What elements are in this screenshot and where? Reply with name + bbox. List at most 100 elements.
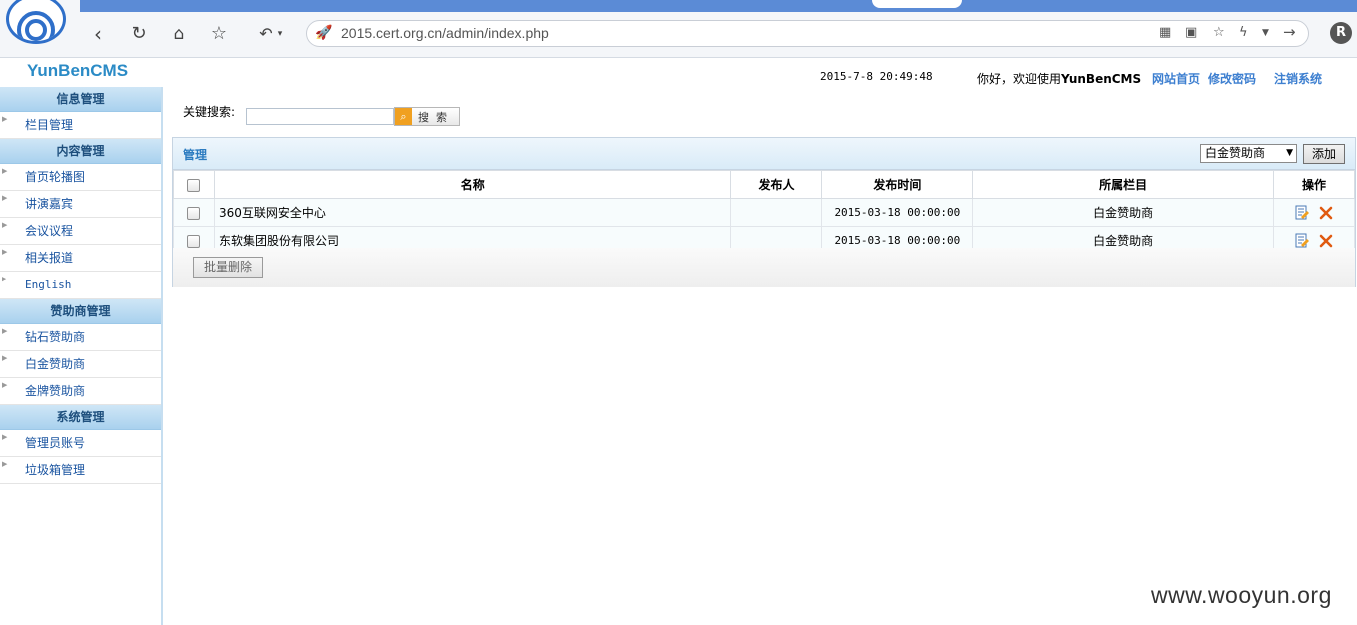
row-checkbox[interactable] <box>187 234 201 248</box>
tab-strip[interactable] <box>80 0 1357 12</box>
site-home-link[interactable]: 网站首页 <box>1152 70 1200 87</box>
site-rocket-icon: 🚀 <box>315 25 333 41</box>
sidebar-item-admin-accounts[interactable]: ▶ 管理员账号 <box>0 430 161 457</box>
category-select[interactable]: 白金赞助商 ▼ <box>1200 144 1297 163</box>
sidebar-item-label: 会议议程 <box>25 224 74 238</box>
add-button[interactable]: 添加 <box>1303 144 1345 164</box>
triangle-icon: ▶ <box>2 460 8 468</box>
sidebar-item-label: English <box>25 278 72 291</box>
logout-link[interactable]: 注销系统 <box>1274 70 1322 87</box>
watermark: www.wooyun.org <box>1151 582 1332 608</box>
panel-footer: 批量删除 <box>173 248 1355 287</box>
browser-toolbar: ‹ ↻ ⌂ ☆ ↶ ▾ 🚀 2015.cert.org.cn/admin/ind… <box>0 0 1357 58</box>
triangle-icon: ▶ <box>2 194 8 202</box>
triangle-icon: ▶ <box>2 354 8 362</box>
search-button[interactable]: ⌕ 搜索 <box>394 107 460 126</box>
sidebar-item-label: 讲演嘉宾 <box>25 197 74 211</box>
change-password-link[interactable]: 修改密码 <box>1208 70 1256 87</box>
sidebar-item-carousel[interactable]: ▶ 首页轮播图 <box>0 164 161 191</box>
qrcode-icon[interactable]: ▦ <box>1159 25 1171 40</box>
chevron-down-icon: ▼ <box>1286 148 1293 158</box>
sidebar-item-agenda[interactable]: ▶ 会议议程 <box>0 218 161 245</box>
search-input[interactable] <box>246 108 394 125</box>
home-icon[interactable]: ⌂ <box>167 22 191 46</box>
welcome-message: 你好，欢迎使用YunBenCMS <box>977 70 1141 87</box>
sidebar-item-trash[interactable]: ▶ 垃圾箱管理 <box>0 457 161 484</box>
edit-icon[interactable] <box>1294 233 1310 249</box>
extension-icon[interactable]: R <box>1330 22 1352 44</box>
cms-brand: YunBenCMS <box>27 61 129 80</box>
triangle-icon: ▶ <box>2 115 8 123</box>
column-header-actions: 操作 <box>1273 170 1355 199</box>
sidebar-item-diamond-sponsors[interactable]: ▶ 钻石赞助商 <box>0 324 161 351</box>
column-header-publisher: 发布人 <box>730 170 823 199</box>
triangle-icon: ▶ <box>2 327 8 335</box>
row-actions <box>1273 198 1355 227</box>
triangle-icon: ▶ <box>2 433 8 441</box>
sidebar-item-label: 金牌赞助商 <box>25 384 86 398</box>
sidebar-group-system[interactable]: 系统管理 <box>0 405 161 430</box>
sidebar-group-info[interactable]: 信息管理 <box>0 87 161 112</box>
sidebar-item-label: 管理员账号 <box>25 436 86 450</box>
panel-header: 管理 白金赞助商 ▼ 添加 <box>173 138 1355 170</box>
batch-delete-button[interactable]: 批量删除 <box>193 257 263 278</box>
sidebar-item-column-manage[interactable]: ▶ 栏目管理 <box>0 112 161 139</box>
sidebar-item-label: 相关报道 <box>25 251 74 265</box>
search-icon: ⌕ <box>395 108 412 125</box>
table-row: 360互联网安全中心 2015-03-18 00:00:00 白金赞助商 <box>173 198 1355 227</box>
select-all-checkbox[interactable] <box>187 178 201 192</box>
browser-logo <box>6 0 66 44</box>
welcome-prefix: 你好，欢迎使用 <box>977 72 1062 86</box>
lightning-icon[interactable]: ϟ <box>1239 25 1248 40</box>
triangle-icon: ▶ <box>2 248 8 256</box>
sidebar-item-label: 钻石赞助商 <box>25 330 86 344</box>
sidebar-item-label: 栏目管理 <box>25 118 74 132</box>
column-header-name: 名称 <box>213 170 732 199</box>
delete-icon[interactable] <box>1318 205 1334 221</box>
content-table: 名称 发布人 发布时间 所属栏目 操作 360互联网安全中心 2015-03-1… <box>173 170 1355 255</box>
chevron-down-icon[interactable]: ▼ <box>1262 28 1269 38</box>
sidebar-item-platinum-sponsors[interactable]: ▶ 白金赞助商 <box>0 351 161 378</box>
favorite-star-icon[interactable]: ☆ <box>207 22 231 46</box>
welcome-brand: YunBenCMS <box>1061 72 1142 86</box>
manage-panel: 管理 白金赞助商 ▼ 添加 名称 发布人 发布时间 所属栏目 操作 360互联网… <box>172 137 1356 287</box>
sidebar-item-label: 首页轮播图 <box>25 170 86 184</box>
address-url[interactable]: 2015.cert.org.cn/admin/index.php <box>341 25 549 41</box>
triangle-icon: ▶ <box>2 167 8 175</box>
current-datetime: 2015-7-8 20:49:48 <box>820 70 933 83</box>
undo-dropdown-icon[interactable]: ▾ <box>274 22 286 46</box>
sidebar-item-gold-sponsors[interactable]: ▶ 金牌赞助商 <box>0 378 161 405</box>
sidebar-group-content[interactable]: 内容管理 <box>0 139 161 164</box>
edit-icon[interactable] <box>1294 205 1310 221</box>
go-arrow-icon[interactable]: → <box>1283 23 1296 41</box>
sidebar-item-english[interactable]: ▶ English <box>0 272 161 299</box>
row-name: 360互联网安全中心 <box>213 198 732 227</box>
back-icon[interactable]: ‹ <box>86 22 110 46</box>
search-button-label: 搜索 <box>418 111 454 124</box>
sidebar-item-label: 垃圾箱管理 <box>25 463 86 477</box>
sidebar-group-sponsors[interactable]: 赞助商管理 <box>0 299 161 324</box>
refresh-icon[interactable]: ↻ <box>127 22 151 46</box>
column-header-time: 发布时间 <box>821 170 974 199</box>
triangle-icon: ▶ <box>2 221 8 229</box>
row-checkbox[interactable] <box>187 206 201 220</box>
row-select-cell <box>173 198 215 227</box>
delete-icon[interactable] <box>1318 233 1334 249</box>
column-header-category: 所属栏目 <box>972 170 1275 199</box>
row-time: 2015-03-18 00:00:00 <box>821 198 974 227</box>
search-label: 关键搜索: <box>183 105 236 119</box>
category-select-value: 白金赞助商 <box>1205 146 1266 160</box>
sidebar-item-label: 白金赞助商 <box>25 357 86 371</box>
row-publisher <box>730 198 823 227</box>
address-bar[interactable]: 🚀 2015.cert.org.cn/admin/index.php ▦ ▣ ☆… <box>306 20 1309 47</box>
table-header-row: 名称 发布人 发布时间 所属栏目 操作 <box>173 170 1355 199</box>
select-all-cell <box>173 170 215 199</box>
sidebar-item-reports[interactable]: ▶ 相关报道 <box>0 245 161 272</box>
triangle-icon: ▶ <box>2 381 8 389</box>
row-category: 白金赞助商 <box>972 198 1275 227</box>
bookmark-star-icon[interactable]: ☆ <box>1213 25 1225 40</box>
tab-active[interactable] <box>872 0 962 8</box>
reader-icon[interactable]: ▣ <box>1185 25 1197 40</box>
sidebar-item-speakers[interactable]: ▶ 讲演嘉宾 <box>0 191 161 218</box>
triangle-icon: ▶ <box>2 275 7 283</box>
